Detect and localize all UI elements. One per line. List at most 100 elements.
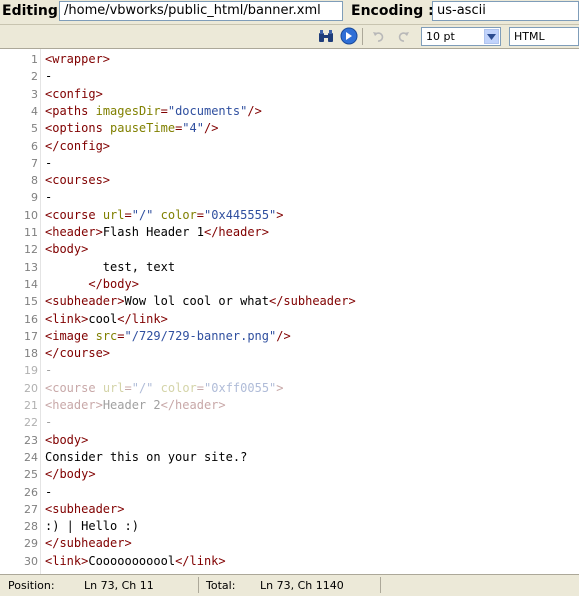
- code-line[interactable]: 14 </body>: [0, 276, 579, 293]
- go-icon[interactable]: [340, 27, 358, 45]
- code-text: <course url="/" color="0xff0055">: [45, 380, 284, 395]
- line-number: 7: [31, 156, 38, 170]
- code-line[interactable]: 7-: [0, 155, 579, 172]
- code-line[interactable]: 16 <link>cool</link>: [0, 311, 579, 328]
- file-path-field[interactable]: /home/vbworks/public_html/banner.xml: [59, 1, 343, 21]
- font-size-select[interactable]: 10 pt: [421, 27, 501, 46]
- code-text: <header>Flash Header 1</header>: [45, 225, 269, 239]
- code-line[interactable]: 20 <course url="/" color="0xff0055">: [0, 380, 579, 397]
- line-number: 8: [31, 174, 38, 188]
- code-line[interactable]: 13 test, text: [0, 259, 579, 276]
- code-text: <wrapper>: [45, 52, 111, 66]
- encoding-field[interactable]: us-ascii: [432, 1, 579, 21]
- status-bar: Position: Ln 73, Ch 11 Total: Ln 73, Ch …: [0, 574, 579, 596]
- total-value: Ln 73, Ch 1140: [260, 579, 344, 592]
- editor-toolbar: 10 pt HTML: [0, 25, 579, 49]
- line-number: 25: [24, 468, 38, 482]
- line-number: 2: [31, 70, 38, 84]
- syntax-value: HTML: [514, 30, 545, 43]
- code-text: <subheader>: [45, 501, 125, 516]
- line-number: 18: [24, 347, 38, 361]
- line-number: 4: [31, 104, 38, 118]
- line-number: 9: [31, 191, 38, 205]
- line-number: 10: [24, 208, 38, 222]
- code-text: test, text: [45, 259, 176, 274]
- code-text: -: [45, 155, 53, 170]
- line-number: 30: [24, 554, 38, 568]
- code-text: <options pauseTime="4"/>: [45, 121, 219, 136]
- line-number: 21: [24, 399, 38, 412]
- code-text: <subheader>Wow lol cool or what</subhead…: [45, 294, 356, 309]
- line-number: 15: [24, 295, 38, 309]
- code-line[interactable]: 30 <link>Cooooooooool</link>: [0, 553, 579, 570]
- line-number: 20: [24, 381, 38, 395]
- code-text: </body>: [88, 276, 139, 291]
- code-line[interactable]: 9-: [0, 189, 579, 206]
- code-text: </course>: [45, 346, 111, 361]
- syntax-select[interactable]: HTML: [509, 27, 579, 46]
- line-number: 29: [24, 537, 38, 551]
- code-line[interactable]: 3 <config>: [0, 86, 579, 103]
- code-text: -: [45, 190, 53, 205]
- code-line[interactable]: 18 </course>: [0, 345, 579, 362]
- code-line[interactable]: 5 <options pauseTime="4"/>: [0, 120, 579, 137]
- line-number: 23: [24, 433, 38, 447]
- code-text: Consider this on your site.?: [45, 449, 248, 464]
- line-number: 17: [24, 329, 38, 343]
- line-number: 13: [24, 260, 38, 274]
- code-line[interactable]: 2-: [0, 68, 579, 85]
- line-number: 12: [24, 243, 38, 257]
- line-number: 6: [31, 139, 38, 153]
- code-line[interactable]: 15 <subheader>Wow lol cool or what</subhe…: [0, 293, 579, 310]
- code-line[interactable]: 10 <course url="/" color="0x445555">: [0, 207, 579, 224]
- code-text: -: [45, 484, 53, 499]
- code-line[interactable]: 22-: [0, 414, 579, 431]
- code-text: <course url="/" color="0x445555">: [45, 207, 284, 222]
- code-editor[interactable]: 1 <wrapper> 2-3 <config> 4 <paths imagesDir="…: [0, 49, 579, 574]
- code-text: <body>: [45, 432, 89, 447]
- code-line[interactable]: 21 <header>Header 2</header>: [0, 397, 579, 414]
- code-line[interactable]: 8 <courses>: [0, 172, 579, 189]
- line-number: 28: [24, 520, 38, 534]
- code-line[interactable]: 29 </subheader>: [0, 535, 579, 552]
- line-number: 3: [31, 87, 38, 101]
- line-number: 26: [24, 485, 38, 499]
- code-line[interactable]: 23 <body>: [0, 432, 579, 449]
- code-line[interactable]: 28 :) | Hello :): [0, 518, 579, 535]
- code-text: <paths imagesDir="documents"/>: [45, 103, 262, 118]
- code-text: :) | Hello :): [45, 519, 139, 534]
- code-line[interactable]: 19-: [0, 362, 579, 379]
- code-line[interactable]: 11 <header>Flash Header 1</header>: [0, 224, 579, 241]
- code-text: -: [45, 69, 53, 84]
- code-line[interactable]: 27 <subheader>: [0, 501, 579, 518]
- line-number: 19: [24, 364, 38, 378]
- line-number: 27: [24, 502, 38, 516]
- code-text: -: [45, 363, 53, 378]
- editing-label: Editing:: [2, 3, 64, 19]
- code-line[interactable]: 1 <wrapper>: [0, 51, 579, 68]
- line-number: 14: [24, 277, 38, 291]
- position-value: Ln 73, Ch 11: [84, 579, 154, 592]
- code-line[interactable]: 6 </config>: [0, 138, 579, 155]
- position-label: Position:: [8, 579, 55, 592]
- code-text: <image src="/729/729-banner.png"/>: [45, 328, 291, 343]
- code-text: <body>: [45, 242, 89, 257]
- undo-icon[interactable]: [370, 27, 388, 45]
- code-text: <config>: [45, 86, 103, 101]
- code-text: </config>: [45, 138, 111, 153]
- code-line[interactable]: 24 Consider this on your site.?: [0, 449, 579, 466]
- code-line[interactable]: 25 </body>: [0, 466, 579, 483]
- code-text: </subheader>: [45, 536, 132, 551]
- code-line[interactable]: 26-: [0, 484, 579, 501]
- code-text: -: [45, 415, 53, 430]
- code-line[interactable]: 4 <paths imagesDir="documents"/>: [0, 103, 579, 120]
- binoculars-icon[interactable]: [317, 27, 335, 45]
- line-number: 16: [24, 312, 38, 326]
- editing-bar: Editing: /home/vbworks/public_html/banne…: [0, 0, 579, 25]
- chevron-down-icon[interactable]: [484, 29, 499, 44]
- code-text: <link>Cooooooooool</link>: [45, 553, 226, 568]
- redo-icon[interactable]: [394, 27, 412, 45]
- code-line[interactable]: 12 <body>: [0, 241, 579, 258]
- code-line[interactable]: 17 <image src="/729/729-banner.png"/>: [0, 328, 579, 345]
- line-number: 5: [31, 122, 38, 136]
